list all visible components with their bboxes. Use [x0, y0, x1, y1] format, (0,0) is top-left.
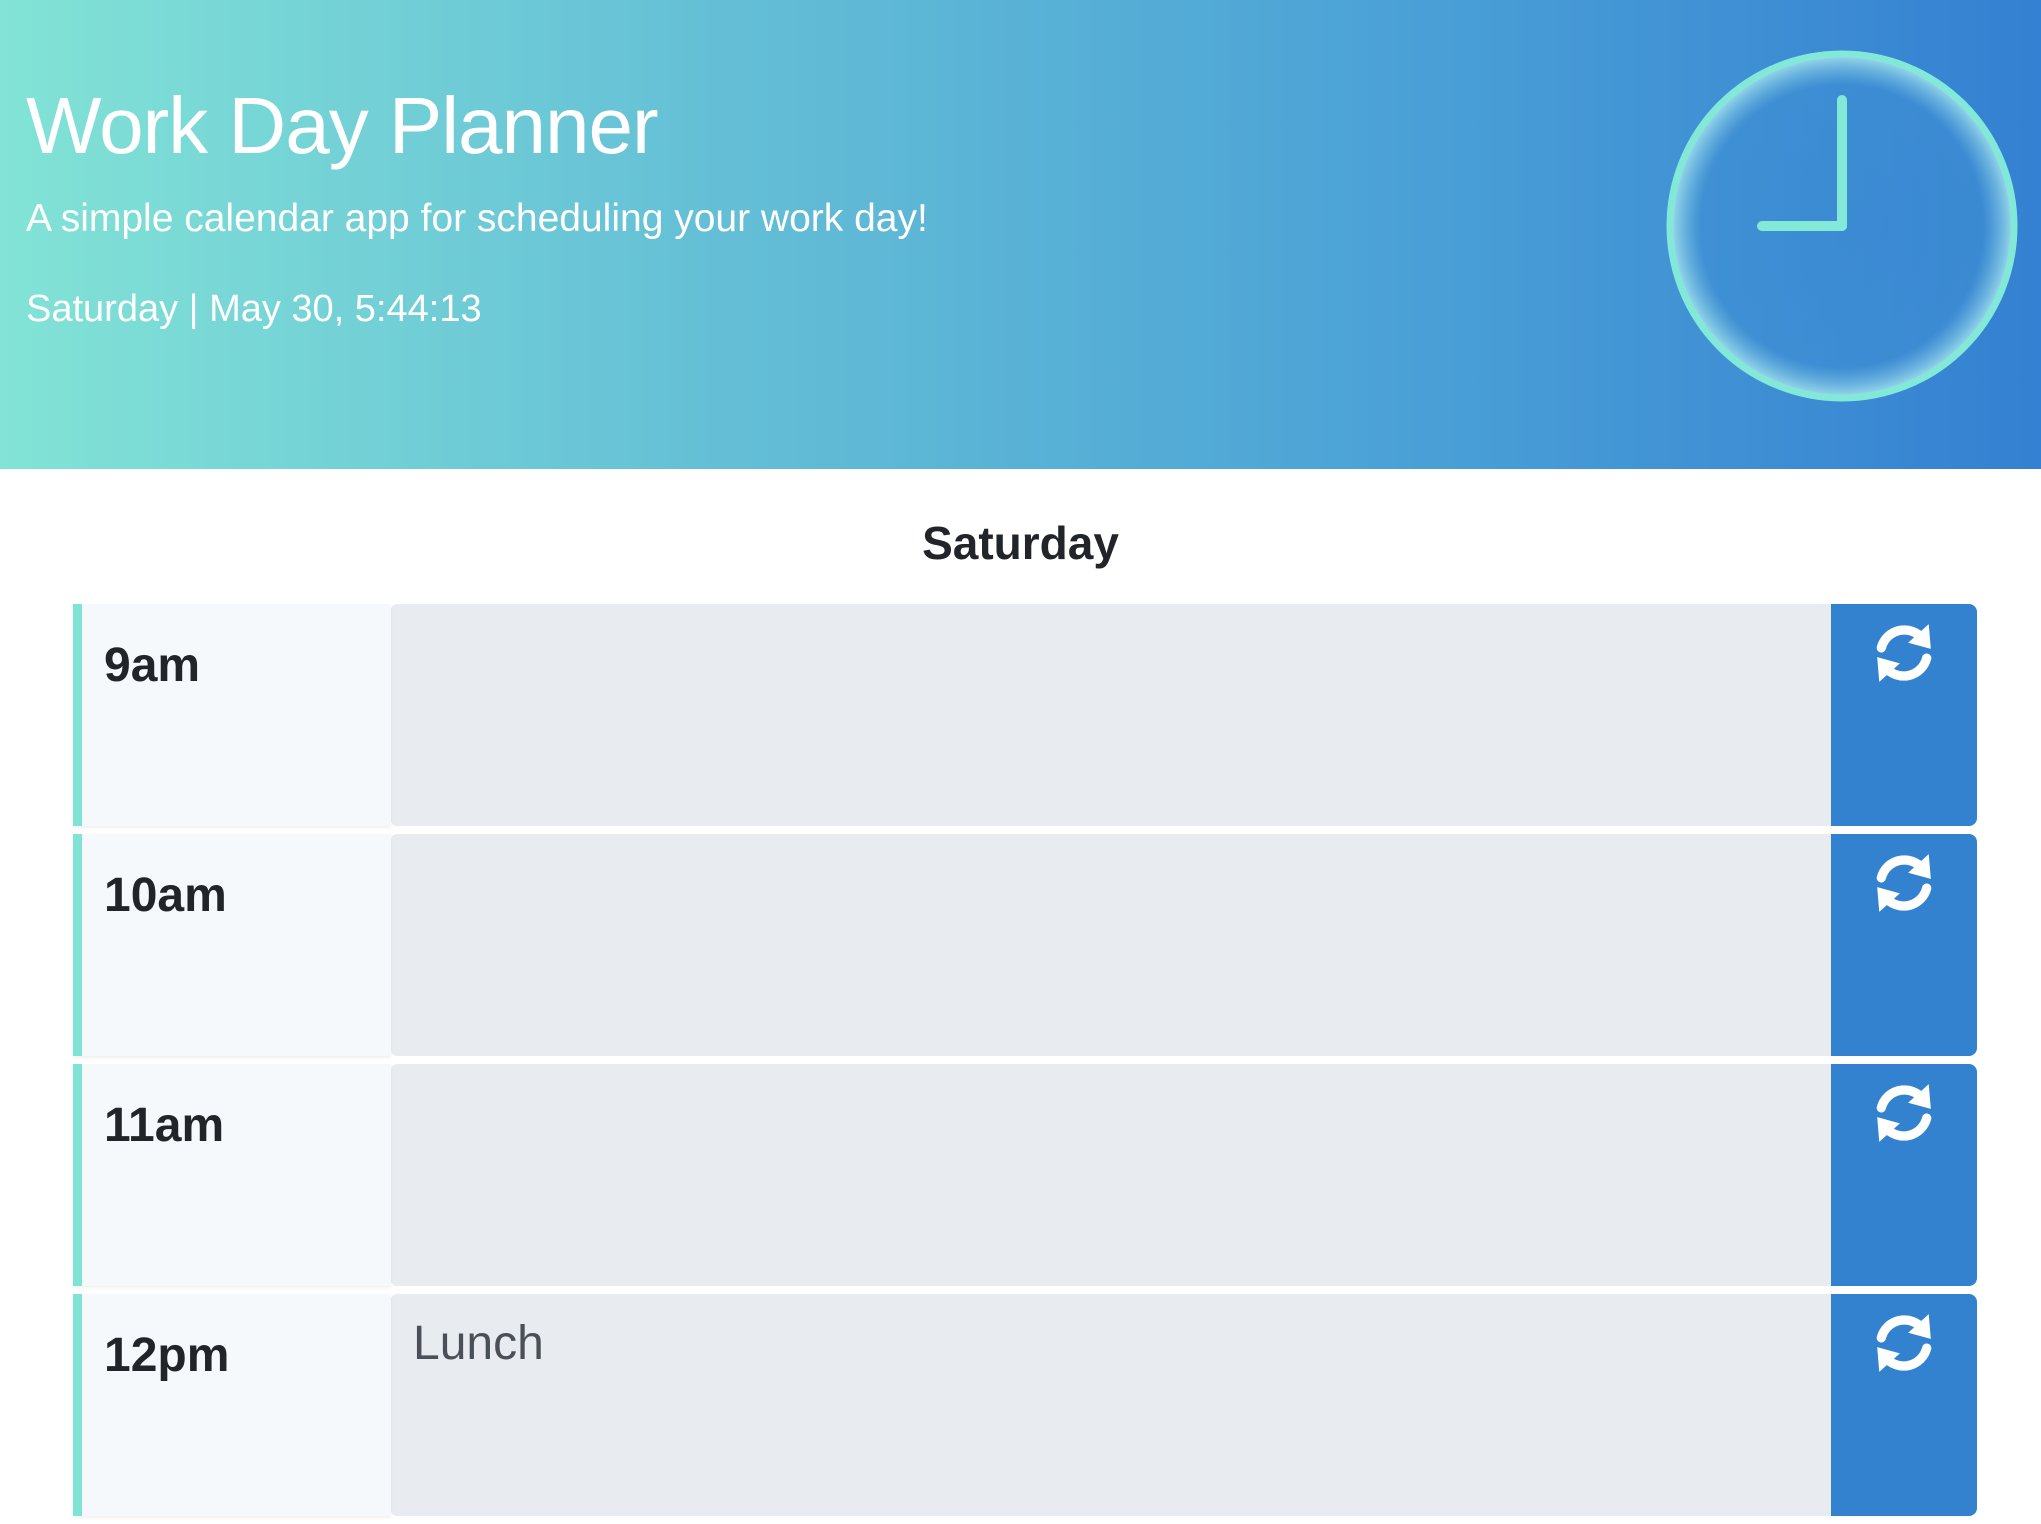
hour-label: 10am [104, 869, 227, 922]
refresh-icon [1871, 620, 1937, 686]
page-subtitle: A simple calendar app for scheduling you… [26, 197, 928, 240]
hour-cell: 12pm [73, 1294, 391, 1516]
refresh-icon [1871, 1080, 1937, 1146]
refresh-icon [1871, 1310, 1937, 1376]
save-button[interactable] [1831, 834, 1977, 1056]
save-button[interactable] [1831, 604, 1977, 826]
day-heading: Saturday [922, 517, 1119, 569]
time-block-9am: 9am [73, 604, 1977, 826]
hour-label: 12pm [104, 1329, 230, 1382]
save-button[interactable] [1831, 1064, 1977, 1286]
event-description-input[interactable] [391, 1064, 1831, 1286]
save-button[interactable] [1831, 1294, 1977, 1516]
event-description-input[interactable]: Lunch [391, 1294, 1831, 1516]
event-description-input[interactable] [391, 834, 1831, 1056]
hour-label: 11am [104, 1099, 225, 1152]
hour-label: 9am [104, 639, 201, 692]
hour-cell: 11am [73, 1064, 391, 1286]
time-block-list: 9am 10am 11am 12pm Lunch [73, 604, 1977, 1524]
time-block-12pm: 12pm Lunch [73, 1294, 1977, 1516]
header: Work Day Planner A simple calendar app f… [0, 0, 2041, 469]
current-datetime: Saturday | May 30, 5:44:13 [26, 288, 482, 330]
clock-icon [1664, 48, 2020, 404]
refresh-icon [1871, 850, 1937, 916]
time-block-11am: 11am [73, 1064, 1977, 1286]
hour-cell: 10am [73, 834, 391, 1056]
event-description-input[interactable] [391, 604, 1831, 826]
hour-cell: 9am [73, 604, 391, 826]
time-block-10am: 10am [73, 834, 1977, 1056]
page-title: Work Day Planner [26, 81, 659, 170]
